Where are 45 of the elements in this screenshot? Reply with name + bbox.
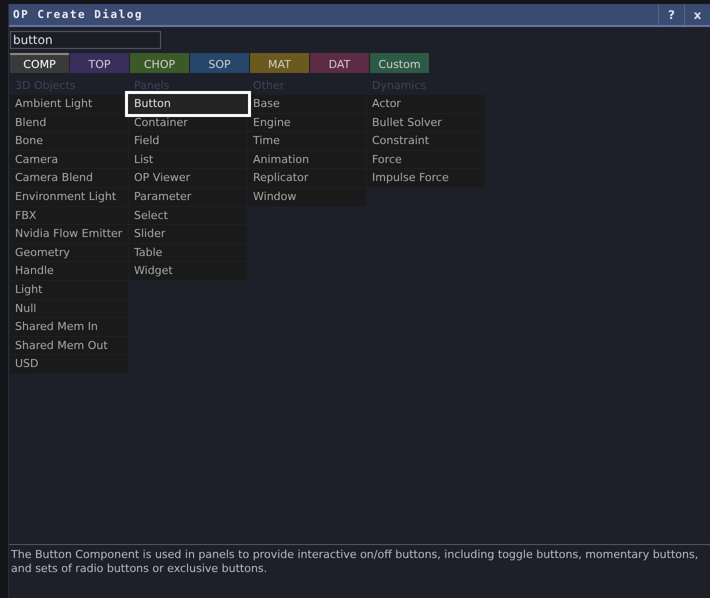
family-tab[interactable]: SOP <box>190 53 249 73</box>
operator-item[interactable]: Button <box>129 95 247 113</box>
operator-item[interactable]: FBX <box>10 206 128 224</box>
family-tab[interactable]: COMP <box>10 53 69 73</box>
operator-item[interactable]: Shared Mem In <box>10 318 128 336</box>
operator-item[interactable]: Force <box>367 150 485 168</box>
operator-item[interactable]: Shared Mem Out <box>10 336 128 354</box>
operator-item[interactable]: Animation <box>248 150 366 168</box>
window-title: OP Create Dialog <box>12 7 144 23</box>
operator-item[interactable]: Blend <box>10 114 128 132</box>
family-tab[interactable]: Custom <box>370 53 429 73</box>
operator-item[interactable]: Slider <box>129 225 247 243</box>
operator-item[interactable]: Constraint <box>367 132 485 150</box>
family-tab[interactable]: TOP <box>70 53 129 73</box>
operator-item[interactable]: Camera <box>10 150 128 168</box>
operator-item[interactable]: USD <box>10 355 128 373</box>
operator-item[interactable]: Actor <box>367 95 485 113</box>
operator-item[interactable]: Replicator <box>248 169 366 187</box>
family-tab[interactable]: MAT <box>250 53 309 73</box>
operator-item[interactable]: Table <box>129 244 247 262</box>
operator-item[interactable]: Time <box>248 132 366 150</box>
operator-item[interactable]: Field <box>129 132 247 150</box>
operator-item[interactable]: Nvidia Flow Emitter <box>10 225 128 243</box>
operator-item[interactable]: Engine <box>248 114 366 132</box>
operator-item[interactable]: Handle <box>10 262 128 280</box>
description-text: The Button Component is used in panels to provide interactive on/off buttons, including toggle buttons, momentary buttons, and sets of radio buttons or exclusive buttons. <box>9 544 710 598</box>
family-tab[interactable]: CHOP <box>130 53 189 73</box>
operator-item[interactable]: OP Viewer <box>129 169 247 187</box>
operator-item[interactable]: Geometry <box>10 244 128 262</box>
operator-item[interactable]: Light <box>10 280 128 299</box>
operator-item[interactable]: Select <box>129 206 247 224</box>
operator-item[interactable]: Base <box>248 95 366 113</box>
operator-item[interactable]: Widget <box>129 262 247 280</box>
operator-item[interactable]: Environment Light <box>10 188 128 206</box>
operator-item[interactable]: Window <box>248 188 366 206</box>
operator-item[interactable]: Null <box>10 300 128 318</box>
operator-item[interactable]: List <box>129 150 247 168</box>
family-tab[interactable]: DAT <box>310 53 369 73</box>
search-field[interactable]: button <box>10 31 161 49</box>
operator-item[interactable]: Ambient Light <box>10 95 128 113</box>
operator-item[interactable]: Bullet Solver <box>367 114 485 132</box>
operator-item[interactable]: Impulse Force <box>367 169 485 187</box>
operator-item[interactable]: Camera Blend <box>10 169 128 187</box>
operator-item[interactable]: Parameter <box>129 188 247 206</box>
operator-item[interactable]: Bone <box>10 132 128 150</box>
